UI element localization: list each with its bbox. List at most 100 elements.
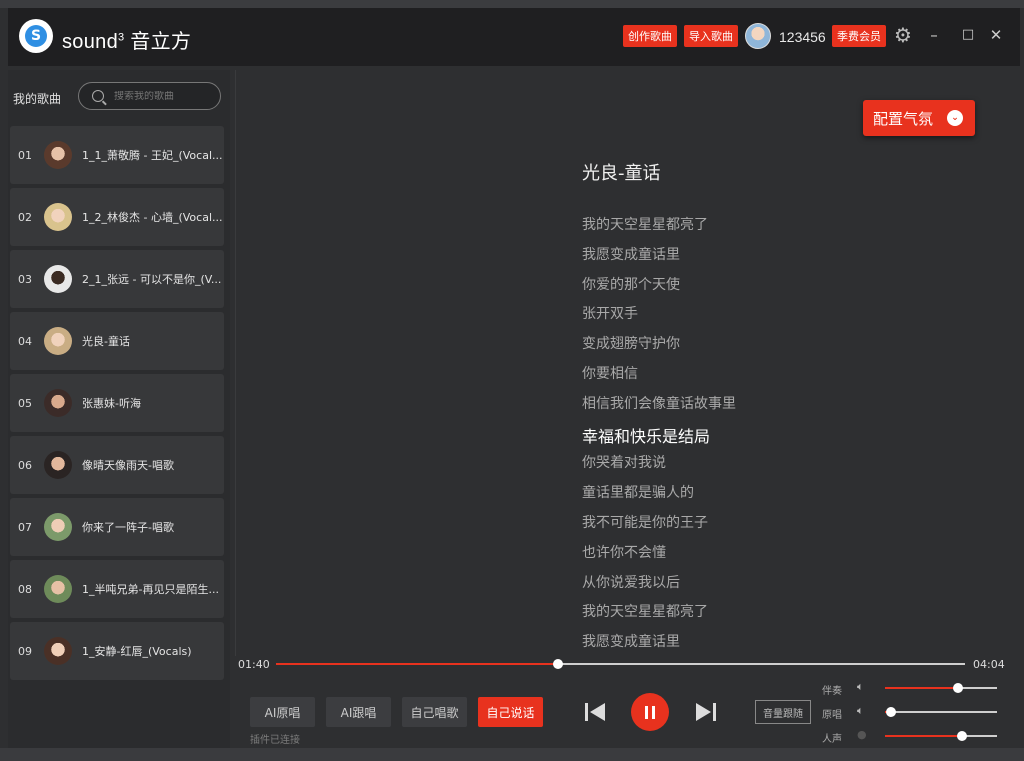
lyric-line: 你要相信	[582, 366, 638, 382]
song-avatar	[44, 637, 72, 665]
song-avatar	[44, 575, 72, 603]
song-number: 06	[18, 458, 32, 472]
slider-knob[interactable]	[952, 683, 963, 693]
song-avatar	[44, 327, 72, 355]
song-avatar	[44, 141, 72, 169]
total-time: 04:04	[973, 658, 1005, 671]
gear-icon[interactable]: ⚙	[892, 24, 914, 46]
voice-slider[interactable]	[885, 731, 997, 741]
lyric-line: 我的天空星星都亮了	[582, 604, 708, 621]
create-song-button[interactable]: 创作歌曲	[623, 25, 677, 47]
song-search-box[interactable]	[78, 82, 221, 110]
brand-logo-text: sound3 音立方	[62, 31, 192, 53]
self-sing-button[interactable]: 自己唱歌	[402, 697, 467, 727]
song-title: 2_1_张远 - 可以不是你_(V...	[82, 273, 222, 286]
close-button[interactable]: ✕	[988, 26, 1004, 44]
lyric-line: 我不可能是你的王子	[582, 515, 708, 531]
lyric-line: 你哭着对我说	[582, 455, 666, 472]
mood-config-button[interactable]: 配置气氛 ⌄	[863, 100, 975, 136]
speaker-icon[interactable]: 🔈︎	[857, 704, 864, 718]
song-number: 05	[18, 396, 32, 410]
song-avatar	[44, 513, 72, 541]
song-title: 张惠妹-听海	[82, 397, 141, 410]
song-title: 1_安静-红唇_(Vocals)	[82, 645, 192, 658]
volume-follow-button[interactable]: 音量跟随	[755, 700, 811, 724]
my-songs-label: 我的歌曲	[13, 92, 62, 106]
background-strip-bottom	[0, 748, 1024, 761]
minimize-button[interactable]: –	[926, 26, 942, 44]
song-avatar	[44, 451, 72, 479]
current-song-title: 光良-童话	[582, 163, 661, 184]
lyric-line: 幸福和快乐是结局	[582, 426, 711, 446]
background-strip	[0, 0, 1024, 8]
progress-knob[interactable]	[553, 659, 564, 669]
song-avatar	[44, 389, 72, 417]
slider-knob[interactable]	[885, 707, 896, 717]
song-number: 03	[18, 272, 32, 286]
song-title: 1_2_林俊杰 - 心墙_(Vocal...	[82, 211, 223, 224]
progress-fill	[276, 663, 559, 665]
original-vocal-slider[interactable]	[885, 707, 997, 717]
next-track-icon[interactable]	[694, 701, 718, 723]
logo-icon: S	[19, 19, 53, 53]
song-item[interactable]: 08 1_半吨兄弟-再见只是陌生...	[10, 560, 224, 618]
song-item[interactable]: 03 2_1_张远 - 可以不是你_(V...	[10, 250, 224, 308]
lyric-line: 也许你不会懂	[582, 544, 666, 561]
plugin-status: 插件已连接	[250, 735, 300, 746]
lyric-line: 张开双手	[582, 306, 638, 323]
username[interactable]: 123456	[779, 29, 826, 45]
microphone-icon[interactable]: ●	[857, 728, 867, 741]
voice-label: 人声	[822, 734, 842, 745]
lyric-line: 我的天空星星都亮了	[582, 217, 708, 233]
song-number: 08	[18, 582, 32, 596]
search-icon	[92, 90, 104, 102]
song-item[interactable]: 07 你来了一阵子-唱歌	[10, 498, 224, 556]
import-song-button[interactable]: 导入歌曲	[684, 25, 738, 47]
accompaniment-slider[interactable]	[885, 683, 997, 693]
song-title: 1_1_萧敬腾 - 王妃_(Vocal...	[82, 149, 223, 162]
accompaniment-label: 伴奏	[822, 686, 842, 697]
song-item[interactable]: 09 1_安静-红唇_(Vocals)	[10, 622, 224, 680]
self-talk-button[interactable]: 自己说话	[478, 697, 543, 727]
app-window: S sound3 音立方 创作歌曲 导入歌曲 123456 季费会员 ⚙ – □…	[0, 0, 1024, 761]
song-number: 07	[18, 520, 32, 534]
song-avatar	[44, 265, 72, 293]
season-member-button[interactable]: 季费会员	[832, 25, 886, 47]
user-avatar[interactable]	[745, 23, 771, 49]
song-item[interactable]: 06 像晴天像雨天-唱歌	[10, 436, 224, 494]
lyric-line: 你爱的那个天使	[582, 276, 680, 293]
speaker-icon[interactable]: 🔈︎	[857, 680, 864, 694]
ai-follow-button[interactable]: AI跟唱	[326, 697, 391, 727]
song-item[interactable]: 04 光良-童话	[10, 312, 224, 370]
ai-original-button[interactable]: AI原唱	[250, 697, 315, 727]
song-title: 1_半吨兄弟-再见只是陌生...	[82, 583, 219, 596]
lyrics-panel: 配置气氛 ⌄ 光良-童话 我的天空星星都亮了 我愿变成童话里 你爱的那个天使 张开双手…	[235, 70, 1006, 656]
song-number: 04	[18, 334, 32, 348]
current-time: 01:40	[238, 658, 270, 671]
search-input[interactable]	[114, 90, 214, 102]
previous-track-icon[interactable]	[583, 701, 607, 723]
song-title: 光良-童话	[82, 335, 130, 348]
progress-bar[interactable]	[276, 659, 965, 669]
song-number: 02	[18, 210, 32, 224]
lyric-line: 我愿变成童话里	[582, 246, 680, 263]
pause-button[interactable]	[631, 693, 669, 731]
lyric-line: 相信我们会像童话故事里	[582, 395, 736, 412]
mood-config-label: 配置气氛	[873, 109, 934, 128]
song-title: 你来了一阵子-唱歌	[82, 521, 174, 534]
song-item[interactable]: 05 张惠妹-听海	[10, 374, 224, 432]
song-item[interactable]: 02 1_2_林俊杰 - 心墙_(Vocal...	[10, 188, 224, 246]
original-vocal-label: 原唱	[822, 710, 842, 721]
slider-knob[interactable]	[957, 731, 968, 741]
lyric-line: 我愿变成童话里	[582, 634, 680, 651]
song-number: 01	[18, 148, 32, 162]
pause-icon	[645, 705, 648, 719]
maximize-button[interactable]: □	[960, 26, 976, 44]
song-item[interactable]: 01 1_1_萧敬腾 - 王妃_(Vocal...	[10, 126, 224, 184]
song-avatar	[44, 203, 72, 231]
chevron-down-icon: ⌄	[947, 110, 963, 126]
lyric-line: 变成翅膀守护你	[582, 336, 680, 353]
song-sidebar: 我的歌曲 01 1_1_萧敬腾 - 王妃_(Vocal... 02 1_2_林俊…	[8, 70, 230, 748]
lyric-line: 从你说爱我以后	[582, 574, 680, 591]
title-bar: S sound3 音立方 创作歌曲 导入歌曲 123456 季费会员 ⚙ – □…	[8, 8, 1020, 66]
